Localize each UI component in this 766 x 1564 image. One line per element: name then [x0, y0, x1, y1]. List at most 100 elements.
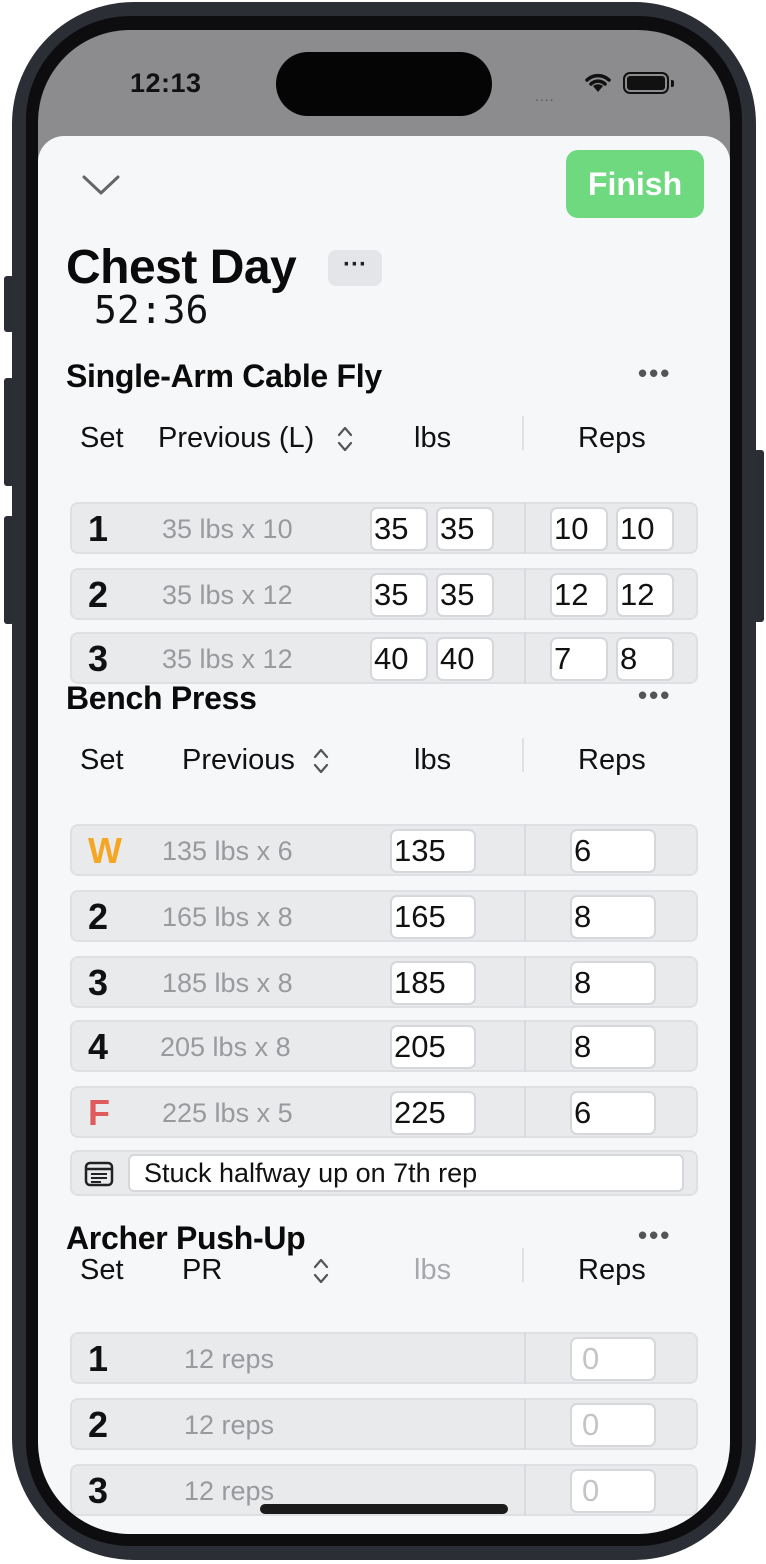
previous-value[interactable]: 225 lbs x 5 — [162, 1098, 293, 1129]
col-weight: lbs — [414, 1254, 452, 1286]
exercise-name[interactable]: Bench Press — [66, 680, 257, 717]
previous-value[interactable]: 35 lbs x 10 — [162, 514, 293, 545]
set-table-header: Set PR lbs Reps — [38, 1250, 730, 1290]
set-number[interactable]: 3 — [88, 638, 108, 680]
previous-value[interactable]: 135 lbs x 6 — [162, 836, 293, 867]
weight-input[interactable]: 205 — [390, 1025, 476, 1069]
set-number[interactable]: 1 — [88, 508, 108, 550]
set-row: 4 205 lbs x 8 205 8 — [70, 1020, 698, 1072]
col-previous[interactable]: Previous (L) — [158, 422, 314, 455]
battery-icon — [623, 72, 674, 94]
column-divider — [524, 502, 526, 554]
chevron-down-icon[interactable] — [82, 174, 120, 196]
col-previous[interactable]: Previous — [182, 744, 295, 777]
set-number[interactable]: 2 — [88, 896, 108, 938]
screen: 12:13 .... Finish Chest Day ··· 52:36 Si… — [38, 30, 730, 1534]
reps-left-input[interactable]: 12 — [550, 573, 608, 617]
set-number[interactable]: 2 — [88, 574, 108, 616]
reps-right-input[interactable]: 12 — [616, 573, 674, 617]
col-set: Set — [80, 744, 124, 776]
exercise-more-button[interactable]: ••• — [638, 680, 671, 711]
reps-input[interactable]: 6 — [570, 1091, 656, 1135]
sort-toggle-icon[interactable] — [312, 746, 330, 776]
status-time: 12:13 — [130, 68, 202, 98]
reps-input[interactable]: 0 — [570, 1469, 656, 1513]
weight-left-input[interactable]: 35 — [370, 507, 428, 551]
pr-value[interactable]: 12 reps — [184, 1344, 274, 1375]
set-row: 1 35 lbs x 10 35 35 10 10 — [70, 502, 698, 554]
col-reps: Reps — [578, 744, 646, 776]
set-number[interactable]: 2 — [88, 1404, 108, 1446]
col-reps: Reps — [578, 422, 646, 454]
set-row: 2 12 reps 0 — [70, 1398, 698, 1450]
column-divider — [524, 568, 526, 620]
column-divider — [524, 1332, 526, 1384]
set-row: 2 165 lbs x 8 165 8 — [70, 890, 698, 942]
set-number[interactable]: 3 — [88, 962, 108, 1004]
exercise-more-button[interactable]: ••• — [638, 1220, 671, 1251]
set-row: W 135 lbs x 6 135 6 — [70, 824, 698, 876]
exercise-name[interactable]: Single-Arm Cable Fly — [66, 358, 382, 395]
previous-value[interactable]: 185 lbs x 8 — [162, 968, 293, 999]
reps-right-input[interactable]: 8 — [616, 637, 674, 681]
weight-left-input[interactable]: 35 — [370, 573, 428, 617]
column-divider — [522, 1248, 524, 1282]
exercise-more-button[interactable]: ••• — [638, 358, 671, 389]
finish-button[interactable]: Finish — [566, 150, 704, 218]
col-weight: lbs — [414, 422, 452, 454]
column-divider — [524, 890, 526, 942]
weight-input[interactable]: 185 — [390, 961, 476, 1005]
note-icon — [84, 1161, 114, 1187]
reps-right-input[interactable]: 10 — [616, 507, 674, 551]
sort-toggle-icon[interactable] — [336, 424, 354, 454]
workout-more-button[interactable]: ··· — [328, 250, 382, 286]
workout-timer: 52:36 — [94, 288, 209, 332]
reps-input[interactable]: 0 — [570, 1403, 656, 1447]
column-divider — [524, 824, 526, 876]
pr-value[interactable]: 12 reps — [184, 1476, 274, 1507]
set-number[interactable]: 1 — [88, 1338, 108, 1380]
column-divider — [524, 1464, 526, 1516]
weight-right-input[interactable]: 35 — [436, 507, 494, 551]
pr-value[interactable]: 12 reps — [184, 1410, 274, 1441]
weight-right-input[interactable]: 40 — [436, 637, 494, 681]
col-weight: lbs — [414, 744, 452, 776]
exercise-note: Stuck halfway up on 7th rep — [70, 1150, 698, 1196]
col-pr[interactable]: PR — [182, 1254, 222, 1287]
reps-input[interactable]: 8 — [570, 961, 656, 1005]
column-divider — [524, 1020, 526, 1072]
set-type-failure[interactable]: F — [88, 1092, 110, 1134]
cellular-signal-icon: .... — [535, 88, 555, 104]
previous-value[interactable]: 35 lbs x 12 — [162, 644, 293, 675]
wifi-icon — [585, 73, 611, 92]
previous-value[interactable]: 35 lbs x 12 — [162, 580, 293, 611]
previous-value[interactable]: 205 lbs x 8 — [160, 1032, 291, 1063]
sort-toggle-icon[interactable] — [312, 1256, 330, 1286]
set-row: 3 35 lbs x 12 40 40 7 8 — [70, 632, 698, 684]
previous-value[interactable]: 165 lbs x 8 — [162, 902, 293, 933]
set-number[interactable]: 4 — [88, 1026, 108, 1068]
set-table-header: Set Previous lbs Reps — [38, 740, 730, 780]
reps-input[interactable]: 0 — [570, 1337, 656, 1381]
set-row: 2 35 lbs x 12 35 35 12 12 — [70, 568, 698, 620]
weight-input[interactable]: 135 — [390, 829, 476, 873]
weight-input[interactable]: 165 — [390, 895, 476, 939]
column-divider — [524, 1086, 526, 1138]
reps-input[interactable]: 8 — [570, 895, 656, 939]
dynamic-island — [276, 52, 492, 116]
reps-input[interactable]: 6 — [570, 829, 656, 873]
weight-input[interactable]: 225 — [390, 1091, 476, 1135]
reps-left-input[interactable]: 7 — [550, 637, 608, 681]
reps-left-input[interactable]: 10 — [550, 507, 608, 551]
set-type-warmup[interactable]: W — [88, 830, 122, 872]
weight-right-input[interactable]: 35 — [436, 573, 494, 617]
set-row: F 225 lbs x 5 225 6 — [70, 1086, 698, 1138]
workout-title[interactable]: Chest Day — [66, 240, 297, 295]
set-row: 3 185 lbs x 8 185 8 — [70, 956, 698, 1008]
note-input[interactable]: Stuck halfway up on 7th rep — [128, 1154, 684, 1192]
reps-input[interactable]: 8 — [570, 1025, 656, 1069]
home-indicator[interactable] — [260, 1504, 508, 1514]
set-number[interactable]: 3 — [88, 1470, 108, 1512]
weight-left-input[interactable]: 40 — [370, 637, 428, 681]
column-divider — [524, 632, 526, 684]
